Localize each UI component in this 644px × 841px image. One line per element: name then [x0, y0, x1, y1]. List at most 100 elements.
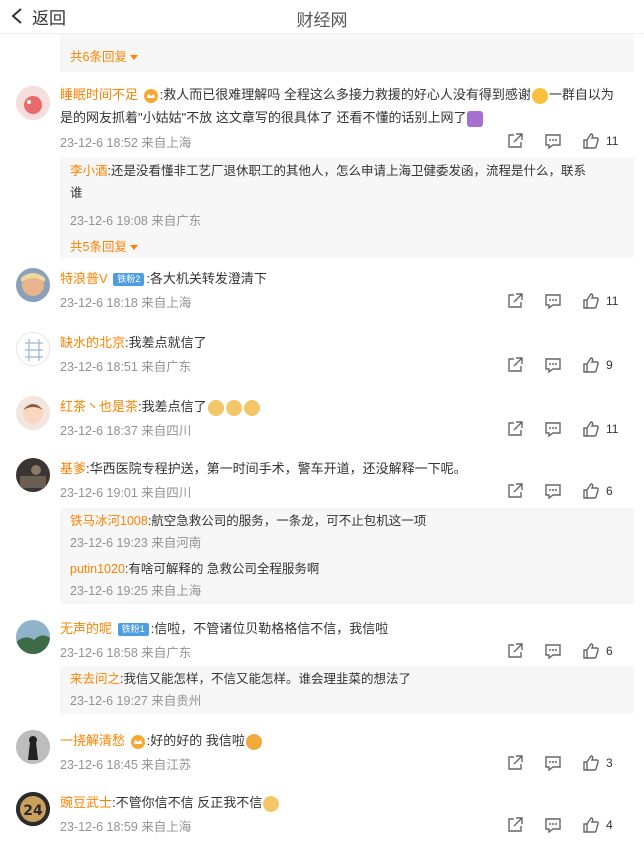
reply-meta: 23-12-6 19:08 来自广东 [70, 214, 202, 228]
expand-replies-link[interactable]: 共6条回复 [70, 46, 138, 65]
like-count: 6 [606, 484, 613, 498]
comment-text: :好的好的 我信啦 [146, 733, 245, 748]
avatar[interactable] [16, 458, 50, 492]
comment-icon[interactable] [544, 292, 562, 310]
share-icon[interactable] [506, 292, 524, 310]
smile-emoji-icon [531, 87, 548, 104]
kiss-emoji-icon [245, 733, 262, 750]
like-icon[interactable] [582, 816, 600, 834]
user-name[interactable]: putin1020 [70, 562, 125, 576]
comment-icon[interactable] [544, 754, 562, 772]
avatar[interactable] [16, 620, 50, 654]
comment-text: :我差点就信了 [125, 335, 207, 350]
comment-actions: 6 [506, 482, 620, 500]
like-icon[interactable] [582, 356, 600, 374]
share-icon[interactable] [506, 816, 524, 834]
user-name[interactable]: 豌豆武士 [60, 795, 112, 810]
comment-icon[interactable] [544, 816, 562, 834]
user-name[interactable]: 特浪普V [60, 271, 108, 286]
comment-icon[interactable] [544, 420, 562, 438]
like-icon[interactable] [582, 482, 600, 500]
page-title: 财经网 [296, 11, 348, 30]
comment-item: 红茶丶也是茶:我差点信了 23-12-6 18:37 来自四川 11 [0, 394, 644, 450]
user-name[interactable]: 红茶丶也是茶 [60, 399, 138, 414]
top-bar: 返回 财经网 [0, 0, 644, 34]
comment-icon[interactable] [544, 642, 562, 660]
crown-icon [130, 734, 145, 749]
avatar[interactable]: 24 [16, 792, 50, 826]
cat-emoji-icon [263, 795, 280, 812]
comment-actions: 3 [506, 754, 620, 772]
cat-emoji-icon [207, 399, 224, 416]
comment-actions: 4 [506, 816, 620, 834]
comment-item: 特浪普V 铁粉2:各大机关转发澄清下 23-12-6 18:18 来自上海 11 [0, 266, 644, 326]
user-name[interactable]: 来去问之 [70, 672, 120, 686]
share-icon[interactable] [506, 482, 524, 500]
reply-item: 铁马冰河1008:航空急救公司的服务，一条龙，可不止包机这一项 23-12-6 … [70, 510, 624, 556]
comment-item: 无声的呢 铁粉1:信啦，不管诸位贝勒格格信不信，我信啦 23-12-6 18:5… [0, 616, 644, 716]
user-name[interactable]: 一挠解清愁 [60, 733, 125, 748]
comment-item: 睡眠时间不足 :救人而已很难理解吗 全程这么多接力救援的好心人没有得到感谢 一群自… [0, 82, 644, 258]
reply-panel: 铁马冰河1008:航空急救公司的服务，一条龙，可不止包机这一项 23-12-6 … [60, 508, 634, 604]
like-count: 4 [606, 818, 613, 832]
like-icon[interactable] [582, 642, 600, 660]
reply-panel-top: 共6条回复 [60, 34, 634, 72]
share-icon[interactable] [506, 642, 524, 660]
comment-text: :各大机关转发澄清下 [146, 271, 267, 286]
like-icon[interactable] [582, 754, 600, 772]
emoji-icon [467, 110, 484, 127]
comment-meta: 23-12-6 18:59 来自上海 [60, 820, 192, 834]
comment-meta: 23-12-6 18:52 来自上海 [60, 136, 192, 150]
share-icon[interactable] [506, 356, 524, 374]
reply-text: :有啥可解释的 急救公司全程服务啊 [124, 562, 320, 576]
comment-actions: 9 [506, 356, 620, 374]
like-count: 9 [606, 358, 613, 372]
like-icon[interactable] [582, 420, 600, 438]
reply-text: :还是没看懂非工艺厂退休职工的其他人，怎么申请上海卫健委发函，流程是什么，联系 [107, 164, 586, 178]
avatar[interactable] [16, 730, 50, 764]
comment-item: 一挠解清愁 :好的好的 我信啦 23-12-6 18:45 来自江苏 3 [0, 728, 644, 784]
avatar[interactable] [16, 396, 50, 430]
comment-icon[interactable] [544, 132, 562, 150]
crown-icon [143, 88, 158, 103]
comment-meta: 23-12-6 18:45 来自江苏 [60, 758, 192, 772]
avatar[interactable] [16, 86, 50, 120]
share-icon[interactable] [506, 132, 524, 150]
comment-item: 24 豌豆武士:不管你信不信 反正我不信 23-12-6 18:59 来自上海 … [0, 790, 644, 840]
expand-replies-label: 共6条回复 [70, 50, 127, 64]
fan-badge: 铁粉2 [113, 273, 145, 287]
comment-text: :信啦，不管诸位贝勒格格信不信，我信啦 [150, 621, 389, 636]
comment-icon[interactable] [544, 482, 562, 500]
user-name[interactable]: 李小酒 [70, 164, 108, 178]
like-count: 11 [606, 294, 619, 308]
user-name[interactable]: 缺水的北京 [60, 335, 125, 350]
share-icon[interactable] [506, 754, 524, 772]
avatar[interactable] [16, 268, 50, 302]
user-name[interactable]: 基爹 [60, 461, 86, 476]
reply-panel: 来去问之:我信又能怎样，不信又能怎样。谁会理韭菜的想法了 23-12-6 19:… [60, 666, 634, 714]
reply-item: 李小酒:还是没看懂非工艺厂退休职工的其他人，怎么申请上海卫健委发函，流程是什么，… [70, 160, 624, 228]
comment-text: :我差点信了 [138, 399, 207, 414]
reply-text: 谁 [70, 186, 83, 200]
user-name[interactable]: 睡眠时间不足 [60, 87, 138, 102]
comment-actions: 6 [506, 642, 620, 660]
reply-meta: 23-12-6 19:23 来自河南 [70, 536, 202, 550]
comment-meta: 23-12-6 18:58 来自广东 [60, 646, 192, 660]
like-count: 3 [606, 756, 613, 770]
avatar[interactable] [16, 332, 50, 366]
user-name[interactable]: 铁马冰河1008 [70, 514, 148, 528]
user-name[interactable]: 无声的呢 [60, 621, 112, 636]
like-icon[interactable] [582, 132, 600, 150]
reply-text: :航空急救公司的服务，一条龙，可不止包机这一项 [147, 514, 427, 528]
reply-panel: 李小酒:还是没看懂非工艺厂退休职工的其他人，怎么申请上海卫健委发函，流程是什么，… [60, 157, 634, 258]
reply-text: :我信又能怎样，不信又能怎样。谁会理韭菜的想法了 [120, 672, 411, 686]
comment-text: 是的网友抓着"小姑姑"不放 这文章写的很具体了 还看不懂的话别上网了 [60, 110, 467, 125]
expand-replies-link[interactable]: 共5条回复 [70, 236, 138, 255]
comment-icon[interactable] [544, 356, 562, 374]
comment-item: 缺水的北京:我差点就信了 23-12-6 18:51 来自广东 9 [0, 330, 644, 386]
share-icon[interactable] [506, 420, 524, 438]
comment-actions: 11 [506, 292, 620, 310]
comment-meta: 23-12-6 18:51 来自广东 [60, 360, 192, 374]
like-icon[interactable] [582, 292, 600, 310]
avatar-number: 24 [23, 803, 43, 819]
